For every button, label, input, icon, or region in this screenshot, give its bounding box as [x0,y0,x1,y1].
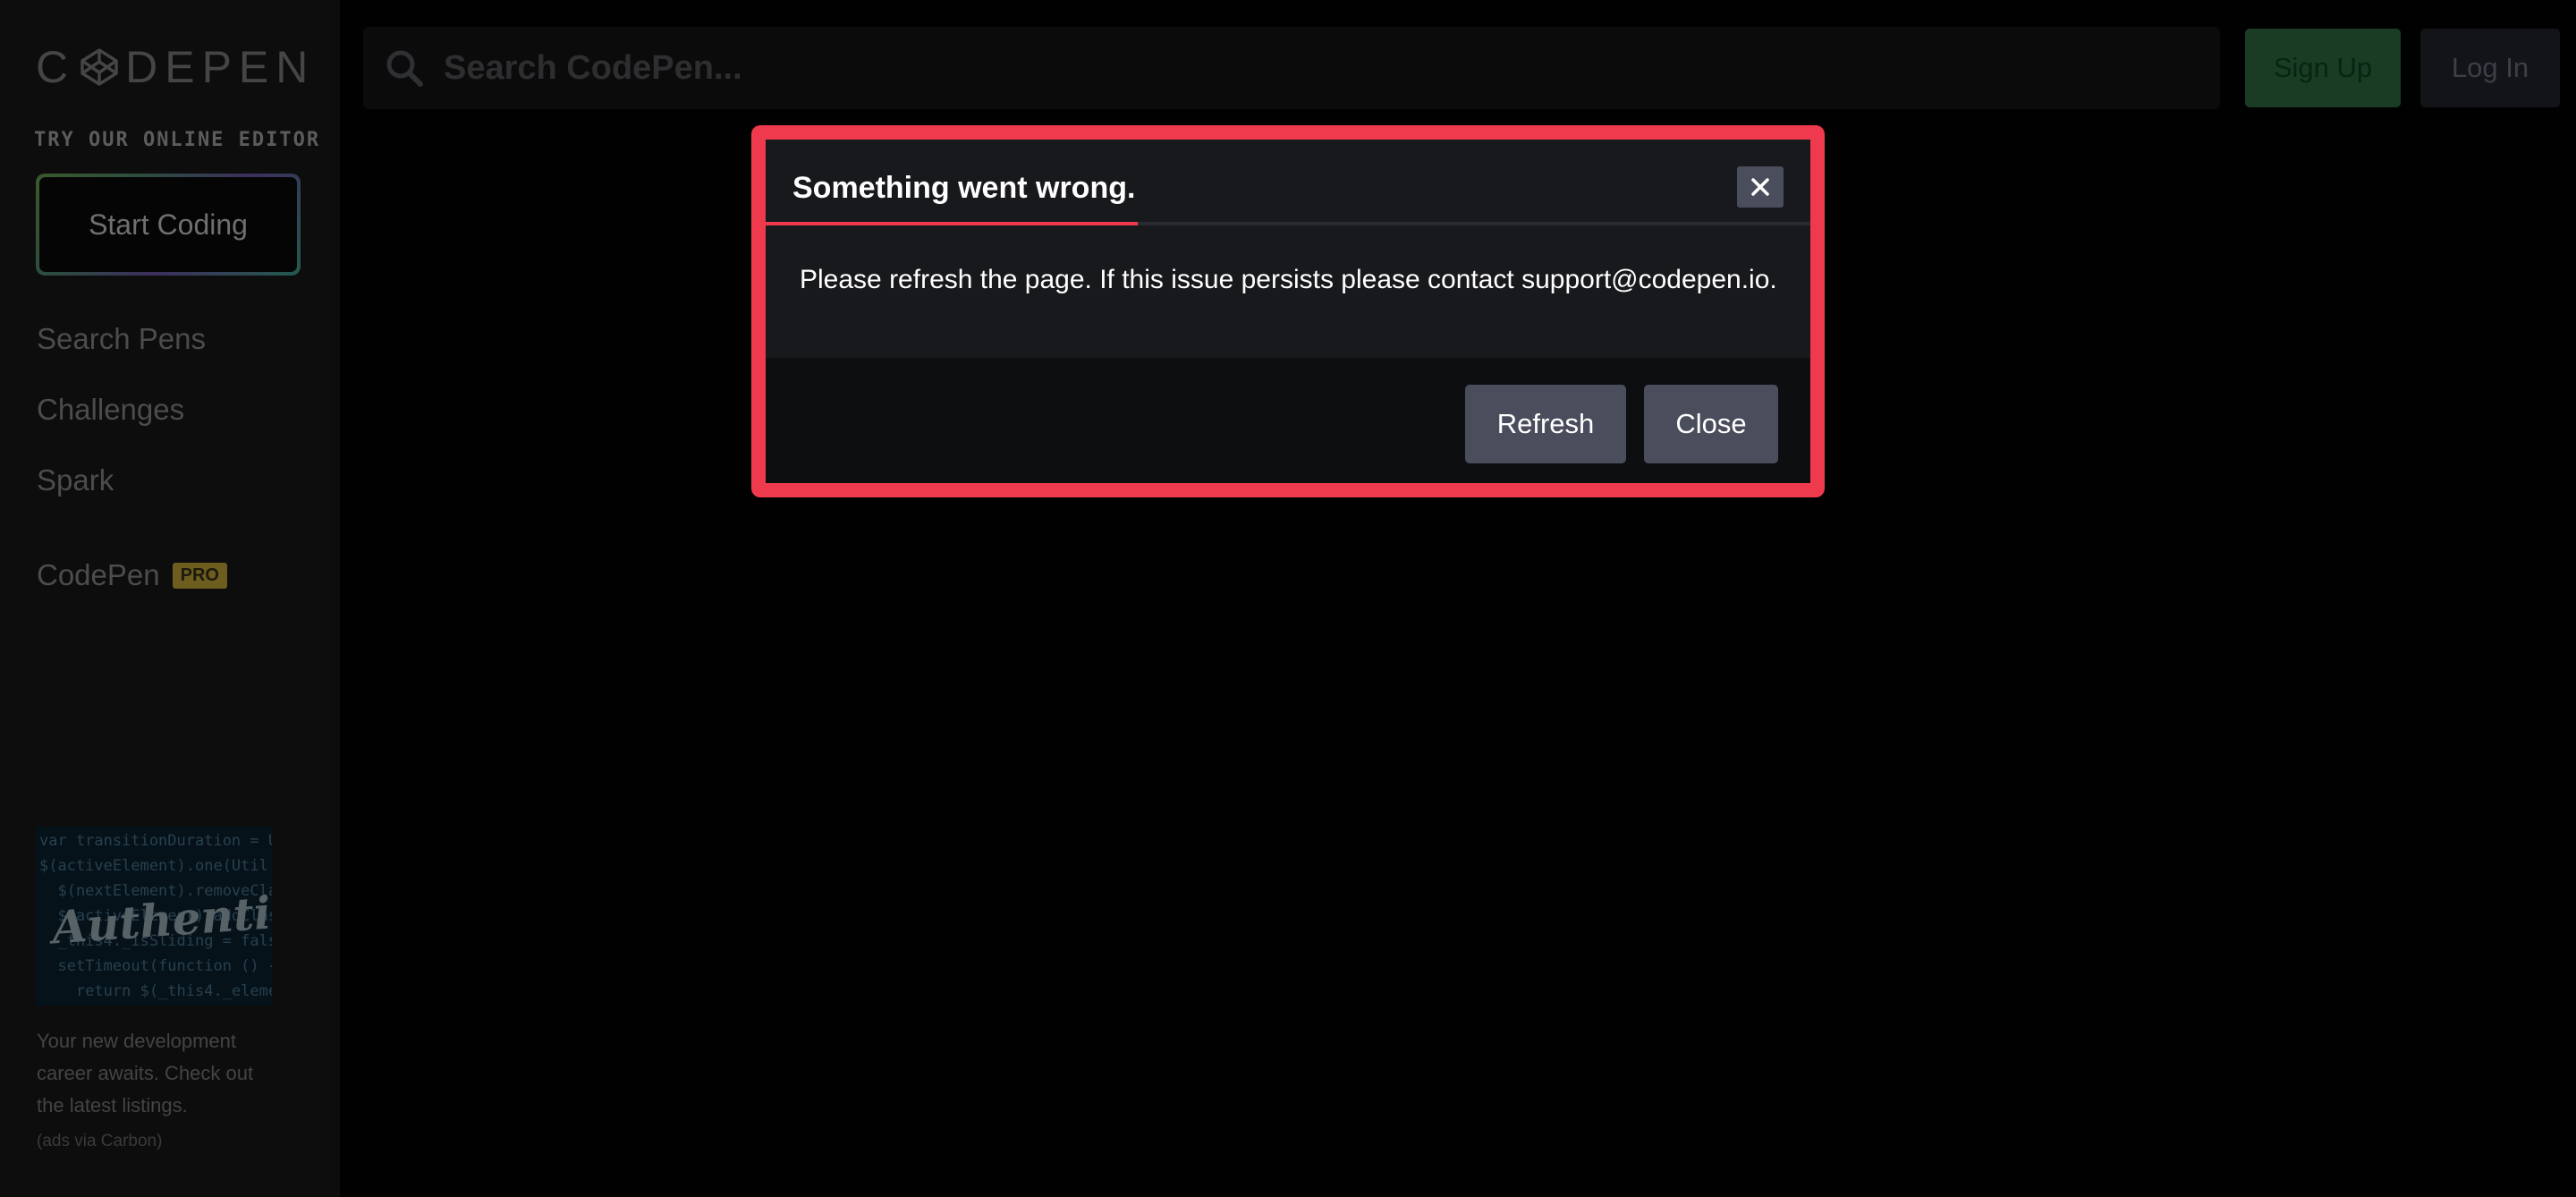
modal-title: Something went wrong. [792,171,1136,205]
pro-badge: PRO [172,562,227,589]
carbon-ad-image[interactable]: var transitionDuration = Util $(activeEl… [36,827,272,1006]
error-modal: Something went wrong. Please refresh the… [766,140,1810,483]
sidebar-item-codepen-pro[interactable]: CodePen PRO [37,558,227,592]
modal-body: Please refresh the page. If this issue p… [766,225,1810,358]
sign-up-button[interactable]: Sign Up [2245,29,2401,107]
sidebar-item-challenges[interactable]: Challenges [37,393,184,427]
app-root: C DEPEN TRY OUR ONLINE EDITOR Start Codi… [0,0,2576,1197]
modal-message: Please refresh the page. If this issue p… [800,265,1777,294]
sidebar-item-search-pens[interactable]: Search Pens [37,322,206,356]
sidebar-item-spark[interactable]: Spark [37,463,114,497]
codepen-logo[interactable]: C DEPEN [36,42,315,92]
search-input[interactable] [444,27,2220,109]
modal-close-button[interactable] [1737,166,1784,208]
logo-text-c: C [36,42,76,92]
close-icon [1751,178,1769,196]
sidebar: C DEPEN TRY OUR ONLINE EDITOR Start Codi… [0,0,340,1197]
try-editor-label: TRY OUR ONLINE EDITOR [34,129,321,151]
modal-header: Something went wrong. [766,140,1810,225]
close-button[interactable]: Close [1644,385,1778,463]
search-bar[interactable] [363,27,2220,109]
carbon-ad-text[interactable]: Your new development career awaits. Chec… [37,1025,278,1122]
refresh-button[interactable]: Refresh [1465,385,1626,463]
log-in-button[interactable]: Log In [2420,29,2560,107]
search-icon [386,50,423,87]
start-coding-button[interactable]: Start Coding [36,174,301,276]
start-coding-label: Start Coding [39,177,297,272]
carbon-ad-via[interactable]: (ads via Carbon) [37,1132,162,1151]
codepen-cube-icon [80,48,118,86]
logo-text-depen: DEPEN [125,42,316,92]
codepen-pro-label: CodePen [37,558,160,591]
